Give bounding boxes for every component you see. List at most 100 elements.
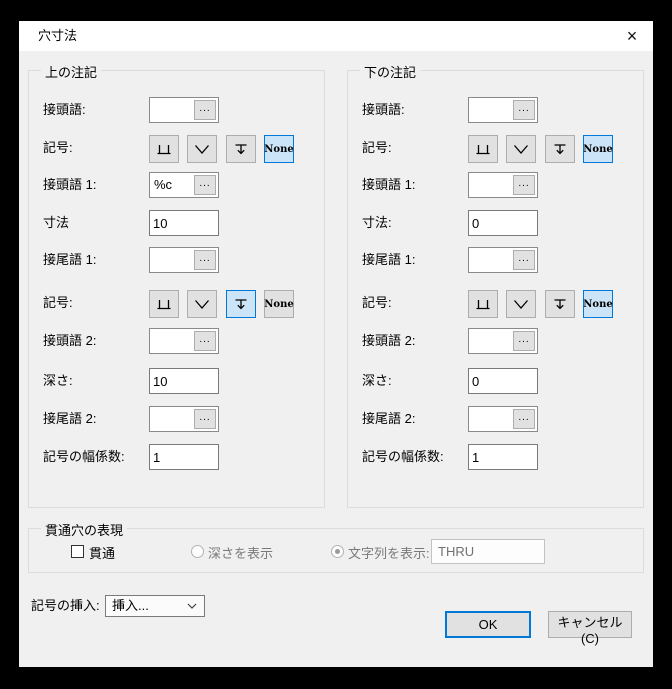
lower-width-factor-row: 記号の幅係数: xyxy=(348,444,643,472)
upper-top-counterbore-button[interactable] xyxy=(149,135,179,163)
upper-bottom-none-button[interactable]: None xyxy=(264,290,294,318)
countersink-icon xyxy=(514,300,528,309)
upper-prefix2-label: 接頭語 2: xyxy=(43,333,97,348)
upper-dimension-row: 寸法 xyxy=(29,210,324,238)
lower-prefix-browse-button[interactable]: ... xyxy=(513,100,535,120)
upper-suffix2-row: 接尾語 2: ... xyxy=(29,406,324,434)
upper-bottom-depth-button[interactable] xyxy=(226,290,256,318)
dialog-title: 穴寸法 xyxy=(38,28,78,43)
lower-suffix2-label: 接尾語 2: xyxy=(362,411,416,426)
upper-bottom-counterbore-button[interactable] xyxy=(149,290,179,318)
upper-prefix-browse-button[interactable]: ... xyxy=(194,100,216,120)
depth-icon xyxy=(554,144,566,155)
insert-symbol-dropdown-value: 挿入... xyxy=(112,598,149,613)
insert-symbol-dropdown[interactable]: 挿入... xyxy=(105,595,205,617)
through-hole-group-title: 貫通穴の表現 xyxy=(41,520,128,539)
lower-prefix-field[interactable]: ... xyxy=(468,97,538,123)
lower-prefix2-row: 接頭語 2: ... xyxy=(348,328,643,356)
upper-prefix2-browse-button[interactable]: ... xyxy=(194,331,216,351)
upper-suffix1-browse-button[interactable]: ... xyxy=(194,250,216,270)
lower-symbol-bottom-label: 記号: xyxy=(362,295,392,310)
lower-bottom-countersink-button[interactable] xyxy=(506,290,536,318)
lower-suffix2-field[interactable]: ... xyxy=(468,406,538,432)
lower-prefix2-browse-button[interactable]: ... xyxy=(513,331,535,351)
lower-prefix1-row: 接頭語 1: ... xyxy=(348,172,643,200)
lower-dimension-input[interactable] xyxy=(468,210,538,236)
upper-depth-input[interactable] xyxy=(149,368,219,394)
upper-prefix2-row: 接頭語 2: ... xyxy=(29,328,324,356)
lower-bottom-none-button[interactable]: None xyxy=(583,290,613,318)
lower-depth-input[interactable] xyxy=(468,368,538,394)
lower-prefix1-label: 接頭語 1: xyxy=(362,177,416,192)
through-checkbox[interactable] xyxy=(71,545,84,558)
lower-top-countersink-button[interactable] xyxy=(506,135,536,163)
lower-symbol-bottom-row: 記号: None xyxy=(348,290,643,318)
show-text-radio xyxy=(331,545,344,558)
upper-width-factor-row: 記号の幅係数: xyxy=(29,444,324,472)
cancel-button[interactable]: キャンセル(C) xyxy=(548,611,632,646)
ok-button[interactable]: OK xyxy=(445,611,531,638)
lower-dimension-label: 寸法: xyxy=(362,215,392,230)
depth-icon xyxy=(554,299,566,310)
lower-suffix1-label: 接尾語 1: xyxy=(362,252,416,267)
counterbore-icon xyxy=(476,145,490,155)
lower-width-factor-input[interactable] xyxy=(468,444,538,470)
lower-depth-label: 深さ: xyxy=(362,373,392,388)
upper-group-title: 上の注記 xyxy=(41,62,102,81)
lower-prefix1-field[interactable]: ... xyxy=(468,172,538,198)
lower-prefix1-browse-button[interactable]: ... xyxy=(513,175,535,195)
lower-symbol-top-label: 記号: xyxy=(362,140,392,155)
lower-dimension-row: 寸法: xyxy=(348,210,643,238)
lower-suffix2-browse-button[interactable]: ... xyxy=(513,409,535,429)
through-checkbox-label: 貫通 xyxy=(89,546,116,561)
upper-symbol-top-label: 記号: xyxy=(43,140,73,155)
hole-dimension-dialog: 穴寸法 × 上の注記 接頭語: ... 記号: None 接頭語 1: %c .… xyxy=(19,21,653,667)
upper-prefix1-browse-button[interactable]: ... xyxy=(194,175,216,195)
countersink-icon xyxy=(195,145,209,154)
upper-prefix1-value: %c xyxy=(154,177,173,192)
lower-bottom-counterbore-button[interactable] xyxy=(468,290,498,318)
upper-symbol-bottom-label: 記号: xyxy=(43,295,73,310)
close-icon[interactable]: × xyxy=(615,22,649,50)
upper-suffix2-label: 接尾語 2: xyxy=(43,411,97,426)
lower-suffix2-row: 接尾語 2: ... xyxy=(348,406,643,434)
upper-prefix2-field[interactable]: ... xyxy=(149,328,219,354)
upper-dimension-input[interactable] xyxy=(149,210,219,236)
counterbore-icon xyxy=(157,145,171,155)
lower-prefix2-field[interactable]: ... xyxy=(468,328,538,354)
through-hole-group: 貫通穴の表現 貫通 深さを表示 文字列を表示: xyxy=(28,520,644,573)
show-depth-radio xyxy=(191,545,204,558)
lower-suffix1-row: 接尾語 1: ... xyxy=(348,247,643,275)
lower-top-counterbore-button[interactable] xyxy=(468,135,498,163)
upper-suffix2-field[interactable]: ... xyxy=(149,406,219,432)
upper-symbol-top-row: 記号: None xyxy=(29,135,324,163)
lower-suffix1-field[interactable]: ... xyxy=(468,247,538,273)
upper-prefix1-label: 接頭語 1: xyxy=(43,177,97,192)
countersink-icon xyxy=(514,145,528,154)
upper-width-factor-input[interactable] xyxy=(149,444,219,470)
depth-icon xyxy=(235,144,247,155)
lower-prefix2-label: 接頭語 2: xyxy=(362,333,416,348)
upper-top-none-button[interactable]: None xyxy=(264,135,294,163)
upper-top-depth-button[interactable] xyxy=(226,135,256,163)
lower-group-title: 下の注記 xyxy=(360,62,421,81)
lower-annotation-group: 下の注記 接頭語: ... 記号: None 接頭語 1: ... 寸法: 0 … xyxy=(347,62,644,508)
upper-suffix2-browse-button[interactable]: ... xyxy=(194,409,216,429)
upper-suffix1-field[interactable]: ... xyxy=(149,247,219,273)
lower-prefix-label: 接頭語: xyxy=(362,102,405,117)
upper-prefix-field[interactable]: ... xyxy=(149,97,219,123)
upper-bottom-countersink-button[interactable] xyxy=(187,290,217,318)
lower-prefix-row: 接頭語: ... xyxy=(348,97,643,125)
upper-symbol-bottom-row: 記号: None xyxy=(29,290,324,318)
lower-top-none-button[interactable]: None xyxy=(583,135,613,163)
upper-prefix1-field[interactable]: %c ... xyxy=(149,172,219,198)
depth-icon xyxy=(235,299,247,310)
show-text-radio-label: 文字列を表示: xyxy=(348,546,430,561)
lower-bottom-depth-button[interactable] xyxy=(545,290,575,318)
upper-suffix1-row: 接尾語 1: ... xyxy=(29,247,324,275)
lower-suffix1-browse-button[interactable]: ... xyxy=(513,250,535,270)
upper-top-countersink-button[interactable] xyxy=(187,135,217,163)
upper-depth-row: 深さ: xyxy=(29,368,324,396)
upper-width-factor-label: 記号の幅係数: xyxy=(43,449,125,464)
lower-top-depth-button[interactable] xyxy=(545,135,575,163)
